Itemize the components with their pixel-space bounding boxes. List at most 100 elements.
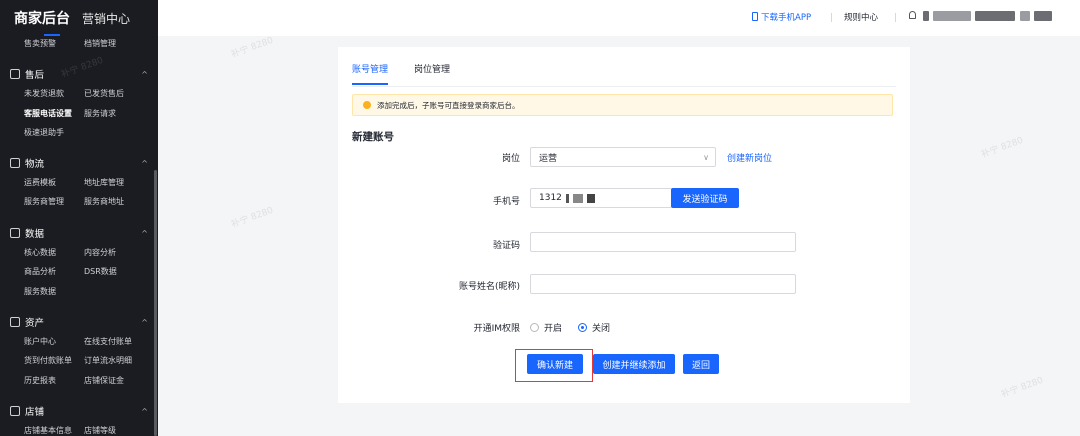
redacted-username bbox=[933, 11, 971, 21]
im-on-label: 开启 bbox=[544, 324, 563, 334]
redacted-username bbox=[923, 11, 929, 21]
divider bbox=[831, 13, 832, 22]
download-app-link[interactable]: 下载手机APP bbox=[752, 11, 811, 23]
sidebar-row: 运费模板 地址库管理 bbox=[24, 177, 144, 188]
wallet-icon bbox=[10, 317, 20, 327]
sidebar-item[interactable]: 服务请求 bbox=[84, 108, 144, 119]
sidebar-item[interactable]: 货到付款账单 bbox=[24, 355, 84, 366]
redacted-phone bbox=[572, 193, 583, 203]
sidebar-item[interactable]: 店铺保证金 bbox=[84, 375, 144, 386]
sidebar-item[interactable]: 服务商地址 bbox=[84, 196, 144, 207]
im-off-radio[interactable]: 关闭 bbox=[578, 321, 610, 334]
sidebar-item[interactable]: 服务商管理 bbox=[24, 196, 84, 207]
radio-icon bbox=[530, 323, 539, 332]
name-input[interactable] bbox=[530, 274, 796, 294]
watermark: 补宁 8280 bbox=[230, 205, 275, 231]
sidebar-section-title: 售后 bbox=[25, 70, 45, 81]
create-position-link[interactable]: 创建新岗位 bbox=[727, 151, 772, 164]
sidebar-item[interactable]: 售卖预警 bbox=[24, 38, 84, 49]
im-on-radio[interactable]: 开启 bbox=[530, 321, 562, 334]
sidebar-scrollbar[interactable] bbox=[154, 170, 157, 436]
chevron-up-icon: ^ bbox=[141, 228, 148, 238]
sidebar-item[interactable]: 店铺基本信息 bbox=[24, 425, 84, 436]
sidebar-item-active[interactable]: 客服电话设置 bbox=[24, 108, 84, 119]
sidebar-item[interactable]: 服务数据 bbox=[24, 286, 84, 297]
chevron-up-icon: ^ bbox=[141, 406, 148, 416]
sidebar-item[interactable]: 内容分析 bbox=[84, 247, 144, 258]
phone-icon bbox=[752, 12, 758, 21]
position-select[interactable]: 运营 ∨ bbox=[530, 147, 716, 167]
brand-title[interactable]: 商家后台 bbox=[14, 8, 70, 28]
sidebar-section-title: 物流 bbox=[25, 159, 45, 170]
position-label: 岗位 bbox=[501, 154, 520, 164]
sidebar-item[interactable]: 运费模板 bbox=[24, 177, 84, 188]
redacted-username bbox=[1020, 11, 1030, 21]
watermark: 补宁 8280 bbox=[230, 35, 275, 61]
sidebar-section-aftersale[interactable]: 售后 ^ bbox=[10, 67, 148, 81]
phone-input[interactable]: 1312 bbox=[530, 188, 672, 208]
sidebar-item[interactable]: 已发货售后 bbox=[84, 88, 144, 99]
sidebar-row: 服务数据 bbox=[24, 286, 84, 297]
sidebar-item[interactable]: 地址库管理 bbox=[84, 177, 144, 188]
watermark: 补宁 8280 bbox=[1000, 375, 1045, 401]
phone-label: 手机号 bbox=[492, 197, 520, 207]
redacted-username bbox=[1034, 11, 1052, 21]
sidebar-item[interactable]: 未发货退款 bbox=[24, 88, 84, 99]
im-label: 开通IM权限 bbox=[473, 324, 520, 334]
radio-checked-icon bbox=[578, 323, 588, 332]
sidebar-item[interactable]: 订单流水明细 bbox=[84, 355, 144, 366]
tab-position-management[interactable]: 岗位管理 bbox=[414, 62, 450, 85]
highlight-annotation bbox=[515, 349, 593, 382]
sidebar-item[interactable]: 核心数据 bbox=[24, 247, 84, 258]
create-and-continue-button[interactable]: 创建并继续添加 bbox=[593, 354, 675, 374]
im-radio-group: 开启 关闭 bbox=[530, 321, 610, 334]
sidebar-item[interactable]: 档销管理 bbox=[84, 38, 144, 49]
user-menu[interactable] bbox=[909, 11, 916, 21]
back-button[interactable]: 返回 bbox=[683, 354, 719, 374]
chevron-down-icon: ∨ bbox=[703, 153, 709, 162]
sidebar-section-data[interactable]: 数据 ^ bbox=[10, 226, 148, 240]
redacted-phone bbox=[565, 193, 569, 203]
chevron-up-icon: ^ bbox=[141, 317, 148, 327]
redacted-username bbox=[975, 11, 1015, 21]
sidebar-item[interactable]: 账户中心 bbox=[24, 336, 84, 347]
im-off-label: 关闭 bbox=[592, 324, 611, 334]
download-app-label: 下载手机APP bbox=[761, 13, 812, 23]
chart-icon bbox=[10, 228, 20, 238]
top-bar: 下载手机APP 规则中心 bbox=[158, 0, 1080, 36]
rules-center-link[interactable]: 规则中心 bbox=[844, 11, 878, 23]
sidebar-item[interactable]: 极速退助手 bbox=[24, 127, 84, 138]
tab-account-management[interactable]: 账号管理 bbox=[352, 62, 389, 85]
sidebar-row: 商品分析 DSR数据 bbox=[24, 266, 144, 277]
sidebar-row: 极速退助手 bbox=[24, 127, 84, 138]
aftersale-icon bbox=[10, 69, 20, 79]
sidebar-row: 服务商管理 服务商地址 bbox=[24, 196, 144, 207]
sidebar-item[interactable]: 店铺等级 bbox=[84, 425, 144, 436]
sidebar-section-store[interactable]: 店铺 ^ bbox=[10, 404, 148, 418]
code-input[interactable] bbox=[530, 232, 796, 252]
account-card: 账号管理 岗位管理 添加完成后，子账号可直接登录商家后台。 新建账号 岗位 运营… bbox=[338, 47, 910, 403]
notice-banner: 添加完成后，子账号可直接登录商家后台。 bbox=[352, 94, 893, 116]
sidebar-item[interactable]: DSR数据 bbox=[84, 266, 144, 277]
marketing-center-link[interactable]: 营销中心 bbox=[82, 10, 130, 27]
tab-bar: 账号管理 岗位管理 bbox=[352, 62, 450, 85]
divider bbox=[895, 13, 896, 22]
sidebar-row: 核心数据 内容分析 bbox=[24, 247, 144, 258]
tabs-divider bbox=[352, 86, 896, 87]
sidebar-row: 店铺基本信息 店铺等级 bbox=[24, 425, 144, 436]
brand-header: 商家后台 营销中心 bbox=[0, 0, 158, 36]
sidebar-item[interactable]: 商品分析 bbox=[24, 266, 84, 277]
sidebar-section-logistics[interactable]: 物流 ^ bbox=[10, 156, 148, 170]
sidebar-item[interactable]: 历史报表 bbox=[24, 375, 84, 386]
sidebar-row: 售卖预警 档销管理 bbox=[24, 38, 144, 49]
sidebar-row: 客服电话设置 服务请求 bbox=[24, 108, 144, 119]
sidebar-item[interactable]: 在线支付账单 bbox=[84, 336, 144, 347]
sidebar: 商家后台 营销中心 售卖预警 档销管理 售后 ^ 未发货退款 已发货售后 客服电… bbox=[0, 0, 158, 436]
brand-active-indicator bbox=[44, 34, 60, 36]
redacted-phone bbox=[586, 193, 595, 203]
sidebar-row: 历史报表 店铺保证金 bbox=[24, 375, 144, 386]
sidebar-section-assets[interactable]: 资产 ^ bbox=[10, 315, 148, 329]
name-label: 账号姓名(昵称) bbox=[458, 282, 520, 292]
sidebar-section-title: 资产 bbox=[25, 318, 45, 329]
send-code-button[interactable]: 发送验证码 bbox=[671, 188, 739, 208]
